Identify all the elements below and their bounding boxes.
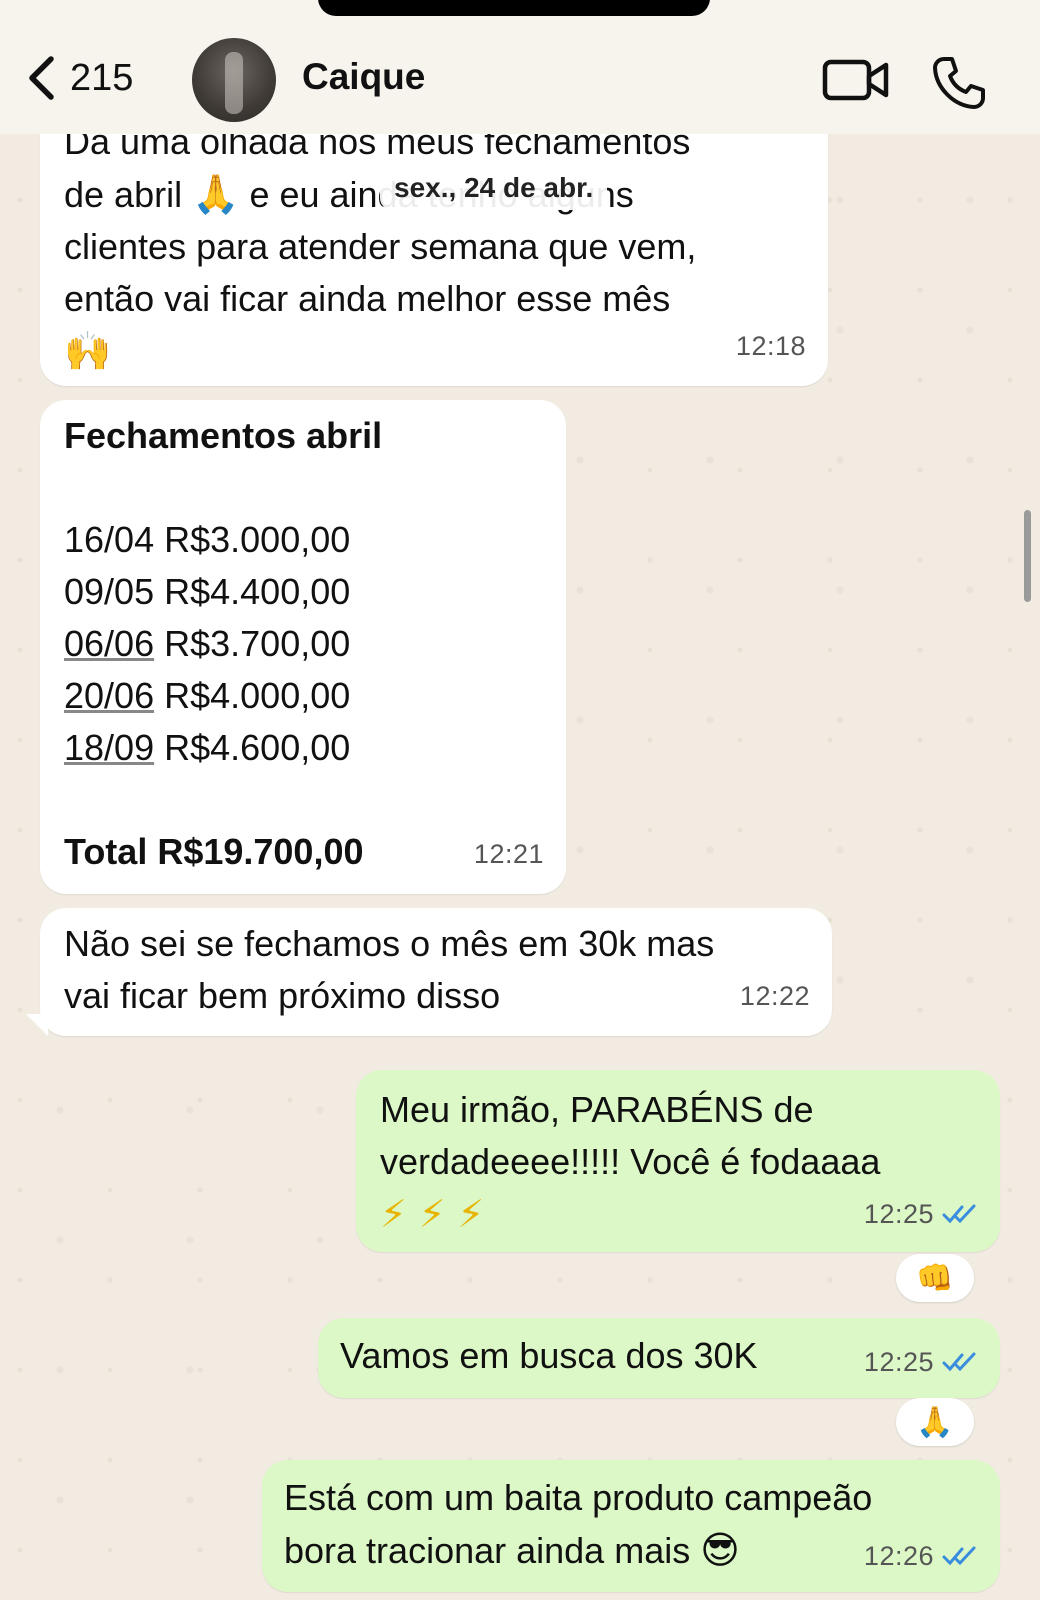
message-text-line: Não sei se fechamos o mês em 30k mas bbox=[64, 923, 715, 964]
closing-row: 09/05 R$4.400,00 bbox=[64, 566, 542, 618]
message-title: Fechamentos abril bbox=[64, 415, 383, 456]
message-incoming[interactable]: Fechamentos abril 16/04 R$3.000,00 09/05… bbox=[40, 400, 566, 894]
message-outgoing[interactable]: Está com um baita produto campeão bora t… bbox=[262, 1460, 1000, 1592]
message-text-line: Está com um baita produto campeão bbox=[284, 1477, 873, 1518]
message-list[interactable]: Dá uma olhada nos meus fechamentos de ab… bbox=[0, 0, 1040, 1600]
message-text-fragment: bora tracionar ainda mais bbox=[284, 1530, 691, 1571]
closing-row: 16/04 R$3.000,00 bbox=[64, 514, 542, 566]
message-incoming[interactable]: Dá uma olhada nos meus fechamentos de ab… bbox=[40, 108, 828, 386]
closing-total: Total R$19.700,00 bbox=[64, 831, 364, 872]
closing-row: 20/06 R$4.000,00 bbox=[64, 670, 542, 722]
reaction-badge[interactable]: 👊 bbox=[896, 1254, 974, 1302]
closing-date: 09/05 bbox=[64, 571, 155, 612]
lightning-emoji: ⚡ ⚡ ⚡ bbox=[380, 1192, 485, 1236]
message-outgoing[interactable]: Vamos em busca dos 30K 12:25 bbox=[318, 1318, 1000, 1398]
voice-call-button[interactable] bbox=[930, 54, 988, 117]
avatar[interactable] bbox=[192, 38, 276, 122]
message-emoji-line: 🙌 bbox=[64, 325, 804, 378]
message-text-line: clientes para atender semana que vem, bbox=[64, 226, 697, 267]
double-check-icon bbox=[942, 1352, 976, 1372]
sunglasses-emoji: 😎 bbox=[700, 1528, 740, 1572]
message-time: 12:25 bbox=[864, 1188, 980, 1240]
video-call-button[interactable] bbox=[822, 56, 890, 109]
chat-header: 215 Caique bbox=[0, 0, 1040, 134]
device-notch bbox=[318, 0, 710, 16]
closing-date-link[interactable]: 20/06 bbox=[64, 675, 154, 716]
closing-date: 16/04 bbox=[64, 519, 155, 560]
message-time: 12:18 bbox=[735, 331, 806, 361]
message-time: 12:26 bbox=[864, 1530, 980, 1582]
closing-date-link[interactable]: 06/06 bbox=[64, 623, 154, 664]
bubble-tail bbox=[26, 1014, 48, 1036]
closing-value: R$4.600,00 bbox=[164, 727, 351, 768]
message-text-line: vai ficar bem próximo disso bbox=[64, 975, 501, 1016]
back-button[interactable]: 215 bbox=[26, 48, 133, 108]
message-time: 12:21 bbox=[473, 839, 544, 869]
closing-value: R$3.700,00 bbox=[164, 623, 351, 664]
pray-emoji: 🙏 bbox=[192, 172, 240, 216]
message-time-text: 12:25 bbox=[863, 1199, 934, 1229]
video-call-icon bbox=[822, 59, 889, 101]
closing-value: R$4.000,00 bbox=[164, 675, 351, 716]
scrollbar[interactable] bbox=[1024, 510, 1031, 602]
message-outgoing[interactable]: Meu irmão, PARABÉNS de verdadeeee!!!!! V… bbox=[356, 1070, 1000, 1252]
message-time: 12:22 bbox=[739, 981, 810, 1011]
reaction-badge[interactable]: 🙏 bbox=[896, 1398, 974, 1446]
date-separator: sex., 24 de abr. bbox=[380, 166, 608, 210]
message-text-line: verdadeeee!!!!! Você é fodaaaa bbox=[380, 1141, 881, 1182]
message-time-text: 12:25 bbox=[863, 1347, 934, 1377]
closing-date-link[interactable]: 18/09 bbox=[64, 727, 154, 768]
raised-hands-emoji: 🙌 bbox=[64, 329, 112, 373]
message-time-text: 12:26 bbox=[863, 1541, 934, 1571]
phone-icon bbox=[933, 57, 985, 109]
double-check-icon bbox=[942, 1204, 976, 1224]
chevron-left-icon bbox=[29, 56, 54, 100]
closing-row: 18/09 R$4.600,00 bbox=[64, 722, 542, 774]
message-text-fragment: de abril bbox=[64, 174, 183, 215]
message-time: 12:25 bbox=[864, 1336, 980, 1388]
closing-value: R$3.000,00 bbox=[164, 519, 351, 560]
closing-value: R$4.400,00 bbox=[164, 571, 351, 612]
contact-name[interactable]: Caique bbox=[302, 56, 425, 98]
double-check-icon bbox=[942, 1546, 976, 1566]
message-text-line: Meu irmão, PARABÉNS de bbox=[380, 1089, 814, 1130]
message-text-line: então vai ficar ainda melhor esse mês bbox=[64, 278, 671, 319]
closing-row: 06/06 R$3.700,00 bbox=[64, 618, 542, 670]
unread-count: 215 bbox=[70, 56, 134, 99]
message-incoming[interactable]: Não sei se fechamos o mês em 30k mas vai… bbox=[40, 908, 832, 1036]
